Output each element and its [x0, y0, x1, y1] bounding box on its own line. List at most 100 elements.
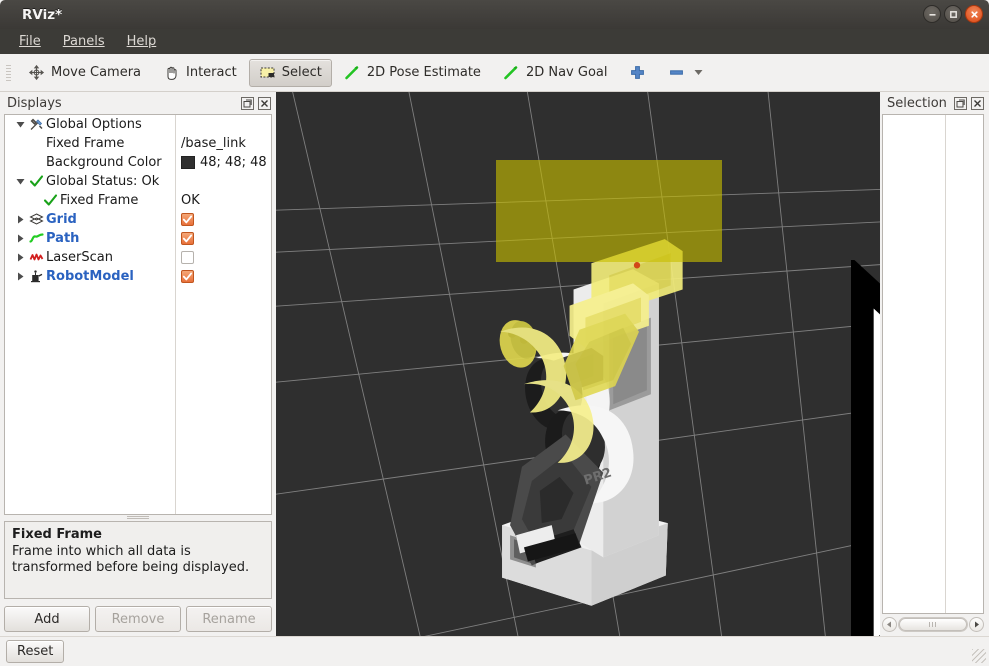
grid-enabled-checkbox[interactable] [181, 213, 194, 226]
tool-select[interactable]: Select [249, 59, 332, 87]
tree-row-fixed-frame[interactable]: Fixed Frame /base_link [5, 134, 271, 153]
tree-value-path-wrap[interactable] [181, 232, 194, 245]
tool-select-label: Select [282, 65, 322, 80]
close-button[interactable] [965, 5, 983, 23]
color-swatch [181, 156, 195, 169]
path-enabled-checkbox[interactable] [181, 232, 194, 245]
menu-panels[interactable]: Panels [54, 32, 114, 52]
tree-value-robotmodel-wrap[interactable] [181, 270, 194, 283]
titlebar: RViz* [0, 0, 989, 29]
remove-button-label: Remove [112, 612, 165, 627]
menu-panels-label: Panels [63, 34, 105, 49]
tool-2d-nav-goal-label: 2D Nav Goal [526, 65, 608, 80]
twisty-down-icon[interactable] [13, 120, 27, 129]
twisty-down-icon[interactable] [13, 177, 27, 186]
minimize-button[interactable] [923, 5, 941, 23]
main-area: Displays [0, 92, 989, 636]
menu-help[interactable]: Help [118, 32, 166, 52]
add-tool-button[interactable] [619, 59, 656, 87]
tree-value-background-color-wrap[interactable]: 48; 48; 48 [181, 155, 267, 170]
scroll-track[interactable] [898, 617, 968, 632]
robotmodel-enabled-checkbox[interactable] [181, 270, 194, 283]
add-button[interactable]: Add [4, 606, 90, 632]
close-icon[interactable] [257, 96, 271, 110]
property-help-title: Fixed Frame [12, 527, 264, 543]
displays-button-row: Add Remove Rename [0, 599, 276, 636]
twisty-right-icon[interactable] [13, 253, 27, 262]
tree-label-grid: Grid [46, 212, 77, 227]
close-icon[interactable] [970, 96, 984, 110]
tree-label-robotmodel: RobotModel [46, 269, 134, 284]
rename-button[interactable]: Rename [186, 606, 272, 632]
tree-row-laserscan[interactable]: LaserScan [5, 248, 271, 267]
twisty-right-icon[interactable] [13, 272, 27, 281]
property-help-text: Frame into which all data is transformed… [12, 544, 264, 576]
render-viewport-3d[interactable]: PR2 [276, 92, 880, 636]
tree-value-fixed-frame-wrap[interactable]: /base_link [181, 136, 246, 151]
interact-hand-icon [163, 64, 180, 81]
selection-hscrollbar[interactable] [882, 615, 984, 634]
tree-row-global-options[interactable]: Global Options [5, 115, 271, 134]
nav-goal-arrow-icon [503, 64, 520, 81]
tool-2d-nav-goal[interactable]: 2D Nav Goal [493, 59, 618, 87]
tree-row-robotmodel[interactable]: RobotModel [5, 267, 271, 286]
tree-label-global-options: Global Options [46, 117, 142, 132]
tree-value-laserscan-wrap[interactable] [181, 251, 194, 264]
displays-title-label: Displays [7, 96, 62, 111]
menu-file-label: File [19, 34, 41, 49]
chevron-down-icon[interactable] [691, 59, 705, 87]
reset-button[interactable]: Reset [6, 640, 64, 663]
scroll-right-icon[interactable] [969, 617, 984, 632]
move-camera-icon [28, 64, 45, 81]
selection-tree[interactable] [882, 114, 984, 614]
selection-title-label: Selection [887, 96, 947, 111]
menubar: File Panels Help [0, 29, 989, 54]
tree-value-fixed-frame-status: OK [181, 193, 200, 208]
menu-file[interactable]: File [10, 32, 50, 52]
tree-row-global-status[interactable]: Global Status: Ok [5, 172, 271, 191]
tree-row-path[interactable]: Path [5, 229, 271, 248]
check-icon [27, 174, 46, 189]
selection-dock-title: Selection [880, 92, 989, 114]
statusbar: Reset [0, 636, 989, 666]
mouse-cursor [719, 260, 880, 636]
tree-label-laserscan: LaserScan [46, 250, 113, 265]
tool-move-camera[interactable]: Move Camera [18, 59, 151, 87]
tree-row-fixed-frame-status[interactable]: Fixed Frame OK [5, 191, 271, 210]
select-rect-icon [259, 64, 276, 81]
add-button-label: Add [34, 612, 59, 627]
twisty-right-icon[interactable] [13, 234, 27, 243]
scroll-thumb[interactable] [899, 618, 967, 631]
displays-dock-title: Displays [0, 92, 276, 114]
remove-button[interactable]: Remove [95, 606, 181, 632]
tree-label-fixed-frame: Fixed Frame [46, 136, 124, 151]
tree-label-global-status: Global Status: Ok [46, 174, 159, 189]
displays-tree[interactable]: Global Options Fixed Frame /base_link Ba… [4, 114, 272, 515]
plus-icon [629, 64, 646, 81]
resize-grip[interactable] [972, 649, 986, 663]
tool-interact[interactable]: Interact [153, 59, 247, 87]
toolbar-grip[interactable] [4, 62, 13, 84]
maximize-button[interactable] [944, 5, 962, 23]
tree-value-background-color: 48; 48; 48 [200, 155, 267, 170]
laserscan-icon [27, 250, 46, 265]
selection-column-divider [945, 115, 946, 613]
scroll-left-icon[interactable] [882, 617, 897, 632]
float-icon[interactable] [953, 96, 967, 110]
remove-tool-button[interactable] [658, 59, 715, 87]
rviz-window: RViz* File Panels Help [0, 0, 989, 666]
laserscan-enabled-checkbox[interactable] [181, 251, 194, 264]
tool-2d-pose-estimate[interactable]: 2D Pose Estimate [334, 59, 491, 87]
tree-label-path: Path [46, 231, 79, 246]
tool-2d-pose-estimate-label: 2D Pose Estimate [367, 65, 481, 80]
tree-label-fixed-frame-status: Fixed Frame [60, 193, 138, 208]
tree-value-grid-wrap[interactable] [181, 213, 194, 226]
path-icon [27, 231, 46, 246]
tree-row-background-color[interactable]: Background Color 48; 48; 48 [5, 153, 271, 172]
tree-row-grid[interactable]: Grid [5, 210, 271, 229]
selection-dock: Selection [880, 92, 989, 636]
float-icon[interactable] [240, 96, 254, 110]
twisty-right-icon[interactable] [13, 215, 27, 224]
window-title: RViz* [22, 7, 62, 23]
grid-icon [27, 212, 46, 227]
